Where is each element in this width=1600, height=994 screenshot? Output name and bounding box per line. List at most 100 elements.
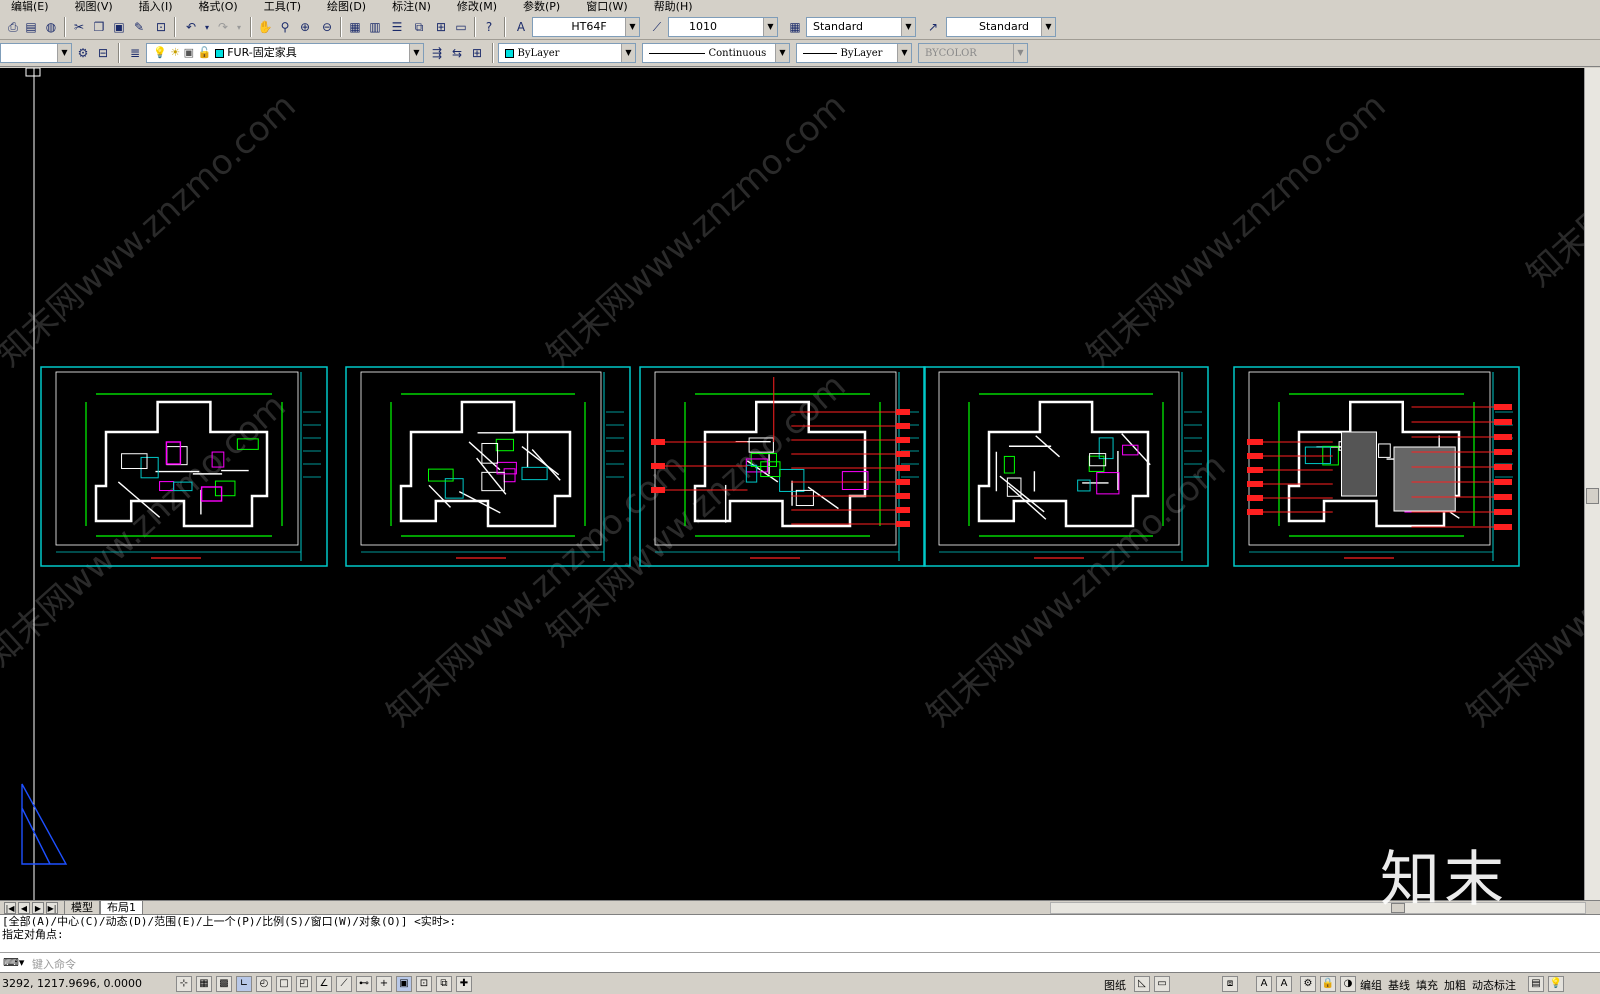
table-style-select[interactable]: Standard ▼: [806, 17, 916, 37]
sheet-set-icon[interactable]: ⧉: [410, 18, 428, 36]
chevron-down-icon[interactable]: ▼: [775, 44, 789, 62]
design-center-icon[interactable]: ▥: [366, 18, 384, 36]
menu-view[interactable]: 视图(V): [74, 0, 114, 14]
hardware-acceleration-icon[interactable]: ▤: [1528, 976, 1544, 992]
menu-modify[interactable]: 修改(M): [456, 0, 498, 14]
text-style-select[interactable]: HT64F ▼: [532, 17, 640, 37]
linetype-select[interactable]: Continuous ▼: [642, 43, 790, 63]
layer-lock-icon[interactable]: 🔓: [197, 46, 211, 59]
menu-window[interactable]: 窗口(W): [585, 0, 628, 14]
multileader-style-icon[interactable]: ↗: [924, 18, 942, 36]
status-label-group[interactable]: 编组: [1360, 977, 1382, 993]
menu-help[interactable]: 帮助(H): [653, 0, 694, 14]
grid-display-icon[interactable]: ▩: [216, 976, 232, 992]
color-select[interactable]: ByLayer ▼: [498, 43, 636, 63]
table-style-icon[interactable]: ▦: [786, 18, 804, 36]
dim-style-icon[interactable]: ⟋: [648, 18, 666, 36]
redo-dropdown-icon[interactable]: ▾: [230, 18, 248, 36]
menu-draw[interactable]: 绘图(D): [326, 0, 367, 14]
plot-icon[interactable]: ▤: [22, 18, 40, 36]
match-properties-icon[interactable]: ✎: [130, 18, 148, 36]
zoom-realtime-icon[interactable]: ⚲: [276, 18, 294, 36]
calculator-icon[interactable]: ▭: [452, 18, 470, 36]
markup-icon[interactable]: ⊞: [432, 18, 450, 36]
ortho-mode-icon[interactable]: ∟: [236, 976, 252, 992]
layer-on-icon[interactable]: 💡: [153, 46, 167, 59]
dynamic-ucs-icon[interactable]: ⟋: [336, 976, 352, 992]
command-input[interactable]: ⌨▾ 键入命令: [0, 952, 1600, 972]
object-snap-tracking-icon[interactable]: ∠: [316, 976, 332, 992]
first-tab-icon[interactable]: |◀: [4, 902, 16, 914]
block-editor-icon[interactable]: ⊡: [152, 18, 170, 36]
isolate-objects-icon[interactable]: ◑: [1340, 976, 1356, 992]
layer-properties-icon[interactable]: ≣: [126, 44, 144, 62]
menu-edit[interactable]: 编辑(E): [10, 0, 50, 14]
vertical-scroll-thumb[interactable]: [1586, 488, 1599, 504]
clean-screen-icon[interactable]: 💡: [1548, 976, 1564, 992]
chevron-down-icon[interactable]: ▼: [763, 18, 777, 36]
auto-scale-icon[interactable]: A: [1276, 976, 1292, 992]
status-label-hatch[interactable]: 填充: [1416, 977, 1438, 993]
transparency-icon[interactable]: ▣: [396, 976, 412, 992]
workspace-switch-icon[interactable]: ⚙: [1300, 976, 1316, 992]
selection-cycling-icon[interactable]: ⧉: [436, 976, 452, 992]
menu-format[interactable]: 格式(O): [197, 0, 238, 14]
paste-icon[interactable]: ▣: [110, 18, 128, 36]
status-label-bold[interactable]: 加粗: [1444, 977, 1466, 993]
vertical-scrollbar[interactable]: [1584, 68, 1600, 900]
infer-constraints-icon[interactable]: ⊹: [176, 976, 192, 992]
chevron-down-icon[interactable]: ▼: [901, 18, 915, 36]
zoom-previous-icon[interactable]: ⊖: [318, 18, 336, 36]
next-tab-icon[interactable]: ▶: [32, 902, 44, 914]
chevron-down-icon[interactable]: ▼: [57, 44, 71, 62]
workspace-select[interactable]: ▼: [0, 43, 72, 63]
lineweight-toggle-icon[interactable]: +: [376, 976, 392, 992]
chevron-down-icon[interactable]: ▼: [621, 44, 635, 62]
workspace-settings-icon[interactable]: ⚙: [74, 44, 92, 62]
copy-icon[interactable]: ❐: [90, 18, 108, 36]
chevron-down-icon[interactable]: ▼: [1041, 18, 1055, 36]
menu-tools[interactable]: 工具(T): [263, 0, 302, 14]
text-style-icon[interactable]: A: [512, 18, 530, 36]
polar-tracking-icon[interactable]: ◴: [256, 976, 272, 992]
dynamic-input-icon[interactable]: ⊷: [356, 976, 372, 992]
prev-tab-icon[interactable]: ◀: [18, 902, 30, 914]
publish-icon[interactable]: ◍: [42, 18, 60, 36]
tool-palettes-icon[interactable]: ☰: [388, 18, 406, 36]
paper-space-label[interactable]: 图纸: [1104, 977, 1126, 993]
layer-freeze-icon[interactable]: ☀: [170, 46, 180, 59]
layer-viewport-freeze-icon[interactable]: ▣: [184, 46, 194, 59]
last-tab-icon[interactable]: ▶|: [46, 902, 58, 914]
layer-state-icon[interactable]: ⊞: [468, 44, 486, 62]
maximize-viewport-icon[interactable]: ◺: [1134, 976, 1150, 992]
menu-dimension[interactable]: 标注(N): [391, 0, 432, 14]
lock-ui-icon[interactable]: 🔒: [1320, 976, 1336, 992]
properties-icon[interactable]: ▦: [346, 18, 364, 36]
drawing-area[interactable]: 知末网www.znzmo.com 知末网www.znzmo.com 知末网www.z…: [0, 68, 1584, 900]
print-preview-icon[interactable]: ⎙: [4, 18, 22, 36]
snap-mode-icon[interactable]: ▦: [196, 976, 212, 992]
tab-model[interactable]: 模型: [64, 901, 100, 915]
layer-select[interactable]: 💡 ☀ ▣ 🔓 FUR-固定家具 ▼: [146, 43, 424, 63]
command-prompt-icon[interactable]: ⌨▾: [3, 956, 24, 969]
cut-icon[interactable]: ✂: [70, 18, 88, 36]
menu-insert[interactable]: 插入(I): [138, 0, 174, 14]
make-current-layer-icon[interactable]: ⇶: [428, 44, 446, 62]
chevron-down-icon[interactable]: ▼: [897, 44, 911, 62]
zoom-window-icon[interactable]: ⊕: [296, 18, 314, 36]
annotation-scale-icon[interactable]: ⧈: [1222, 976, 1238, 992]
pan-icon[interactable]: ✋: [256, 18, 274, 36]
3d-object-snap-icon[interactable]: ◰: [296, 976, 312, 992]
dim-style-select[interactable]: 1010 ▼: [668, 17, 778, 37]
help-icon[interactable]: ?: [480, 18, 498, 36]
status-label-dynamic-dim[interactable]: 动态标注: [1472, 977, 1516, 993]
chevron-down-icon[interactable]: ▼: [409, 44, 423, 62]
lineweight-select[interactable]: ByLayer ▼: [796, 43, 912, 63]
quick-view-layouts-icon[interactable]: ▭: [1154, 976, 1170, 992]
multileader-style-select[interactable]: Standard ▼: [946, 17, 1056, 37]
tab-layout1[interactable]: 布局1: [100, 901, 143, 915]
quick-properties-icon[interactable]: ⊡: [416, 976, 432, 992]
annotation-visibility-icon[interactable]: A: [1256, 976, 1272, 992]
customize-icon[interactable]: ⊟: [94, 44, 112, 62]
status-label-baseline[interactable]: 基线: [1388, 977, 1410, 993]
